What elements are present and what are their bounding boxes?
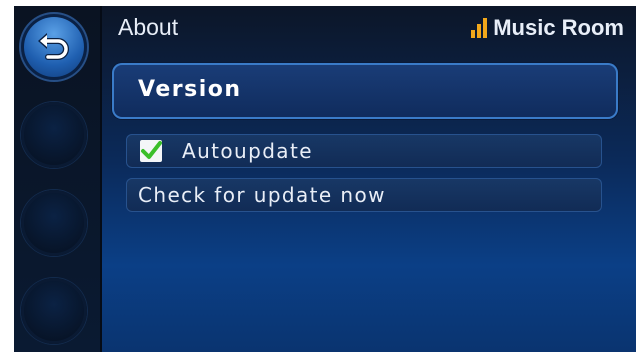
screen: About Music Room Version Autoupdate Chec… [14,6,636,352]
autoupdate-label: Autoupdate [182,139,313,163]
check-for-update-button[interactable]: Check for update now [126,178,602,212]
check-for-update-label: Check for update now [138,183,386,207]
autoupdate-checkbox[interactable] [140,140,162,162]
divider [100,6,102,352]
side-button-3[interactable] [21,190,87,256]
left-navigation-bar [14,6,102,352]
room-indicator: Music Room [471,15,624,41]
checkmark-icon [141,141,162,159]
version-label: Version [138,77,242,102]
signal-bars-icon [471,18,488,38]
side-button-4[interactable] [21,278,87,344]
room-name: Music Room [493,15,624,40]
autoupdate-toggle[interactable]: Autoupdate [126,134,602,168]
back-arrow-icon [38,33,69,60]
side-button-2[interactable] [21,102,87,168]
page-title: About [118,14,179,40]
back-button[interactable] [21,14,87,80]
version-button[interactable]: Version [112,63,618,119]
